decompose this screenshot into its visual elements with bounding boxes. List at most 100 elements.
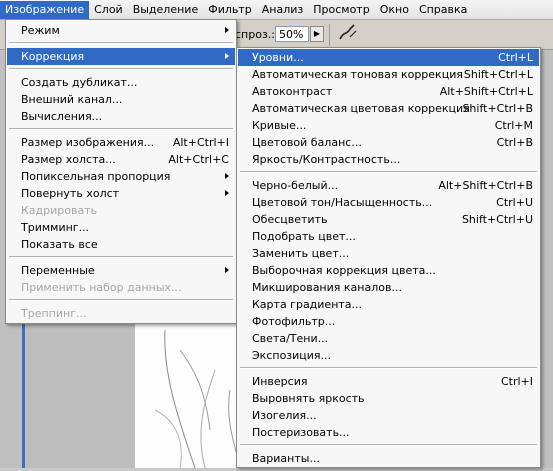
image-menu: Режим Коррекция Создать дубликат... Внешний… [5, 19, 237, 324]
image-menu-item-shortcut: Alt+Ctrl+I [172, 136, 229, 149]
image-menu-item-label: Попиксельная пропорция [21, 170, 171, 183]
image-menu-item-label: Треппинг... [21, 307, 87, 320]
adjust-menu-item-label: Черно-белый... [252, 179, 339, 192]
adjust-menu-item-9[interactable]: Цветовой тон/Насыщенность... Ctrl+U [238, 194, 539, 211]
image-menu-separator [9, 299, 233, 301]
adjust-menu-item-17[interactable]: Света/Тени... [238, 330, 539, 347]
adjust-menu-item-23[interactable]: Постеризовать... [238, 424, 539, 441]
adjust-menu-item-18[interactable]: Экспозиция... [238, 347, 539, 364]
adjust-menu-item-shortcut: Ctrl+I [500, 375, 533, 388]
menubar-item-4[interactable]: Анализ [257, 1, 309, 19]
menubar-item-5[interactable]: Просмотр [308, 1, 374, 19]
menubar-item-1[interactable]: Слой [89, 1, 128, 19]
adjust-menu-item-12[interactable]: Заменить цвет... [238, 245, 539, 262]
adjust-menu-item-20[interactable]: Инверсия Ctrl+I [238, 373, 539, 390]
adjust-menu-separator [240, 367, 537, 369]
image-menu-item-label: Создать дубликат... [21, 76, 138, 89]
adjust-menu-item-label: Яркость/Контрастность... [252, 153, 401, 166]
adjust-menu-item-label: Варианты... [252, 452, 320, 465]
image-menu-item-16[interactable]: Переменные [7, 262, 235, 279]
menubar-item-3[interactable]: Фильтр [203, 1, 257, 19]
adjust-menu-item-shortcut: Ctrl+U [496, 196, 533, 209]
adjust-menu-item-label: Заменить цвет... [252, 247, 350, 260]
image-menu-item-12: Кадрировать [7, 202, 235, 219]
image-menu-item-label: Размер холста... [21, 153, 116, 166]
flow-label: спроз.: [235, 28, 276, 41]
flow-percent-field[interactable]: 50% [275, 26, 309, 42]
adjust-menu-item-label: Обесцветить [252, 213, 328, 226]
adjust-menu-item-16[interactable]: Фотофильтр... [238, 313, 539, 330]
menubar-item-7[interactable]: Справка [414, 1, 472, 19]
adjust-menu-item-1[interactable]: Автоматическая тоновая коррекция Shift+Ct… [238, 66, 539, 83]
image-menu-separator [9, 42, 233, 44]
toolbar-divider [329, 24, 330, 46]
submenu-arrow-icon [225, 190, 229, 196]
adjust-menu-item-shortcut: Ctrl+M [494, 119, 533, 132]
image-menu-item-13[interactable]: Тримминг... [7, 219, 235, 236]
image-menu-separator [9, 128, 233, 130]
image-menu-item-11[interactable]: Повернуть холст [7, 185, 235, 202]
adjust-menu-item-shortcut: Shift+Ctrl+B [462, 102, 533, 115]
adjust-menu-item-label: Фотофильтр... [252, 315, 336, 328]
adjust-menu-item-label: Подобрать цвет... [252, 230, 356, 243]
adjust-menu-item-22[interactable]: Изогелия... [238, 407, 539, 424]
adjust-menu-item-label: Карта градиента... [252, 298, 363, 311]
adjust-menu-item-label: Изогелия... [252, 409, 317, 422]
image-menu-item-label: Повернуть холст [21, 187, 120, 200]
adjust-menu-item-10[interactable]: Обесцветить Shift+Ctrl+U [238, 211, 539, 228]
adjust-menu-item-3[interactable]: Автоматическая цветовая коррекция Shift+C… [238, 100, 539, 117]
image-menu-item-label: Режим [21, 24, 60, 37]
image-menu-item-9[interactable]: Размер холста... Alt+Ctrl+C [7, 151, 235, 168]
panel-background [25, 320, 135, 468]
image-menu-item-6[interactable]: Вычисления... [7, 108, 235, 125]
adjust-menu-item-label: Выборочная коррекция цвета... [252, 264, 436, 277]
adjust-menu-item-shortcut: Shift+Ctrl+L [463, 68, 533, 81]
adjust-menu-item-6[interactable]: Яркость/Контрастность... [238, 151, 539, 168]
image-menu-item-label: Тримминг... [21, 221, 90, 234]
adjust-menu-item-0[interactable]: Уровни... Ctrl+L [238, 49, 539, 66]
adjust-menu-item-label: Цветовой баланс... [252, 136, 362, 149]
submenu-arrow-icon [225, 173, 229, 179]
flow-dropdown-arrow-icon[interactable]: ▶ [310, 26, 324, 42]
adjust-menu-item-label: Автоматическая цветовая коррекция [252, 102, 470, 115]
image-menu-item-14[interactable]: Показать все [7, 236, 235, 253]
image-menu-item-label: Показать все [21, 238, 98, 251]
document-edge [22, 320, 25, 468]
adjust-menu-item-shortcut: Alt+Shift+Ctrl+L [439, 85, 533, 98]
image-menu-item-label: Применить набор данных... [21, 281, 182, 294]
image-menu-item-2[interactable]: Коррекция [7, 48, 235, 65]
adjust-menu-item-2[interactable]: Автоконтраст Alt+Shift+Ctrl+L [238, 83, 539, 100]
adjust-menu-item-label: Постеризовать... [252, 426, 350, 439]
adjust-menu-item-21[interactable]: Выровнять яркость [238, 390, 539, 407]
adjust-menu-item-14[interactable]: Микширования каналов... [238, 279, 539, 296]
image-menu-item-10[interactable]: Попиксельная пропорция [7, 168, 235, 185]
image-menu-separator [9, 256, 233, 258]
adjust-menu-item-4[interactable]: Кривые... Ctrl+M [238, 117, 539, 134]
adjust-menu-item-15[interactable]: Карта градиента... [238, 296, 539, 313]
menubar-item-6[interactable]: Окно [375, 1, 414, 19]
menubar-item-2[interactable]: Выделение [128, 1, 204, 19]
adjust-menu-item-label: Уровни... [252, 51, 304, 64]
airbrush-icon[interactable] [336, 23, 360, 45]
adjust-menu-item-5[interactable]: Цветовой баланс... Ctrl+B [238, 134, 539, 151]
adjust-menu-item-label: Выровнять яркость [252, 392, 365, 405]
adjust-menu-item-11[interactable]: Подобрать цвет... [238, 228, 539, 245]
image-menu-item-5[interactable]: Внешний канал... [7, 91, 235, 108]
adjust-menu-item-label: Кривые... [252, 119, 307, 132]
menubar-item-0[interactable]: Изображение [0, 0, 90, 19]
image-menu-item-label: Вычисления... [21, 110, 103, 123]
image-menu-item-label: Переменные [21, 264, 95, 277]
image-menu-item-8[interactable]: Размер изображения... Alt+Ctrl+I [7, 134, 235, 151]
adjust-menu-item-25[interactable]: Варианты... [238, 450, 539, 467]
adjust-menu-item-8[interactable]: Черно-белый... Alt+Shift+Ctrl+B [238, 177, 539, 194]
image-menu-item-4[interactable]: Создать дубликат... [7, 74, 235, 91]
adjust-menu-item-label: Света/Тени... [252, 332, 329, 345]
adjust-menu-item-shortcut: Alt+Shift+Ctrl+B [438, 179, 533, 192]
image-menu-item-0[interactable]: Режим [7, 22, 235, 39]
submenu-arrow-icon [225, 27, 229, 33]
airbrush-glyph [339, 24, 357, 40]
adjust-menu-item-13[interactable]: Выборочная коррекция цвета... [238, 262, 539, 279]
image-menu-item-19: Треппинг... [7, 305, 235, 322]
image-menu-separator [9, 68, 233, 70]
adjust-menu-item-shortcut: Ctrl+L [498, 51, 533, 64]
